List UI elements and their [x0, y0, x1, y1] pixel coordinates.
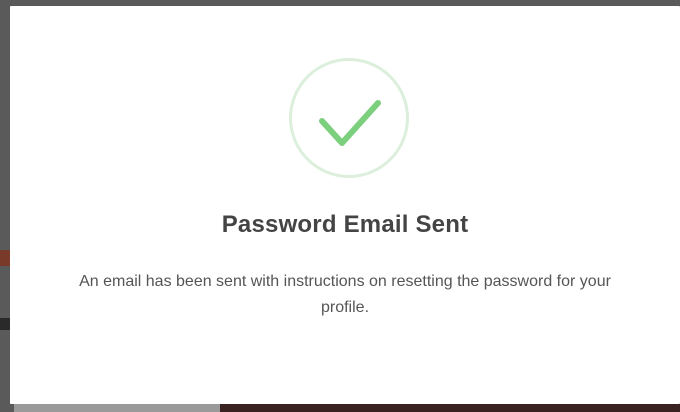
dialog-title: Password Email Sent — [221, 211, 469, 238]
dialog-message: An email has been sent with instructions… — [79, 273, 611, 316]
check-circle-icon — [289, 58, 409, 178]
background-page-fragment — [14, 404, 220, 412]
background-page-fragment — [220, 404, 680, 412]
screen: Password Email Sent An email has been se… — [0, 0, 680, 412]
password-email-sent-dialog: Password Email Sent An email has been se… — [10, 6, 680, 404]
checkmark-icon — [319, 100, 381, 146]
